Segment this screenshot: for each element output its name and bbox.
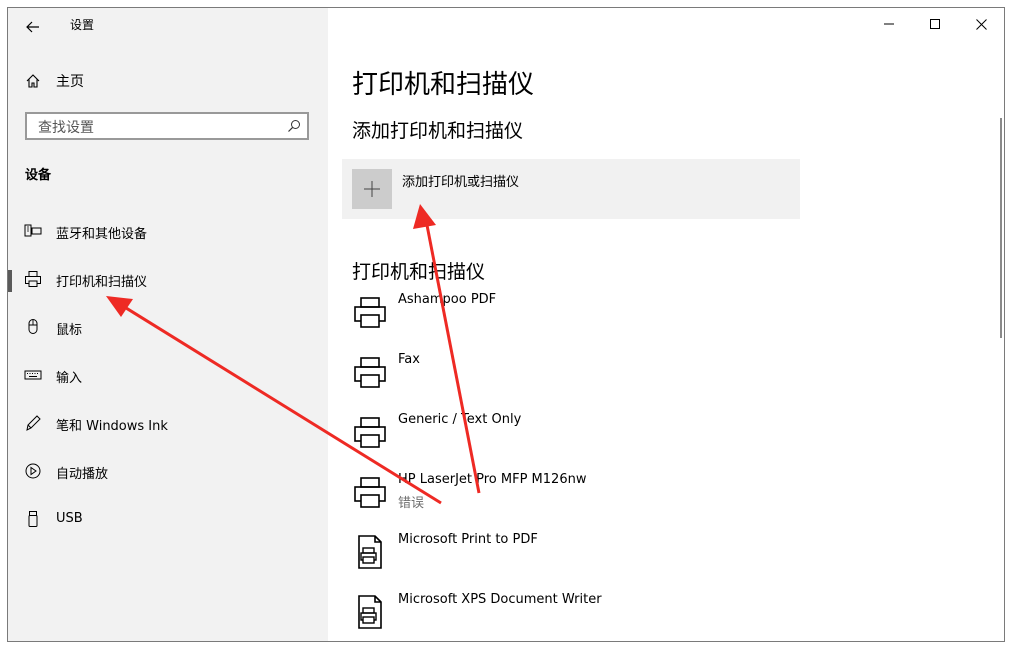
sidebar-item-typing[interactable]: 输入 <box>8 352 328 400</box>
scrollbar[interactable] <box>1000 118 1002 338</box>
sidebar-item-bluetooth[interactable]: 蓝牙和其他设备 <box>8 208 328 256</box>
printer-list-item[interactable]: Microsoft XPS Document Writer <box>328 588 928 641</box>
sidebar-item-label: 蓝牙和其他设备 <box>56 227 148 242</box>
bluetooth-devices-icon <box>24 222 42 240</box>
printer-icon <box>354 297 386 328</box>
printer-name: Ashampoo PDF <box>398 292 497 307</box>
back-arrow-icon <box>26 21 39 33</box>
add-section-heading: 添加打印机和扫描仪 <box>352 120 524 142</box>
nav-home-label: 主页 <box>56 74 84 90</box>
sidebar-item-autoplay[interactable]: 自动播放 <box>8 448 328 496</box>
minimize-icon <box>884 23 894 25</box>
sidebar-item-printers[interactable]: 打印机和扫描仪 <box>8 256 328 304</box>
sidebar-item-label: 打印机和扫描仪 <box>56 275 148 290</box>
close-button[interactable] <box>958 8 1004 40</box>
printer-name: Microsoft Print to PDF <box>398 532 538 547</box>
printer-list-heading: 打印机和扫描仪 <box>352 261 486 283</box>
pen-icon <box>24 414 42 432</box>
printer-icon <box>354 477 386 508</box>
printer-list-item[interactable]: HP LaserJet Pro MFP M126nw 错误 <box>328 468 928 528</box>
nav-home[interactable]: 主页 <box>25 70 84 92</box>
sidebar-item-usb[interactable]: USB <box>8 496 328 544</box>
usb-icon <box>24 510 42 528</box>
back-button[interactable] <box>16 12 50 42</box>
maximize-icon <box>930 19 940 29</box>
search-box[interactable] <box>25 112 309 140</box>
printer-name: Microsoft XPS Document Writer <box>398 592 602 607</box>
add-printer-button[interactable]: 添加打印机或扫描仪 <box>342 159 800 219</box>
add-plus-tile <box>352 169 392 209</box>
close-icon <box>975 18 987 30</box>
printer-list-item[interactable]: Fax <box>328 348 928 408</box>
page-title: 打印机和扫描仪 <box>352 70 535 100</box>
sidebar-item-label: USB <box>56 511 83 526</box>
printer-name: Fax <box>398 352 420 367</box>
sidebar-item-label: 笔和 Windows Ink <box>56 419 168 434</box>
main-content: 打印机和扫描仪 添加打印机和扫描仪 添加打印机或扫描仪 打印机和扫描仪 Asha… <box>328 8 1004 641</box>
plus-icon <box>364 181 380 197</box>
printer-name: Generic / Text Only <box>398 412 522 427</box>
printer-icon <box>354 417 386 448</box>
printer-list-item[interactable]: Ashampoo PDF <box>328 288 928 348</box>
settings-window: 设置 主页 设备 <box>7 7 1005 642</box>
section-title-devices: 设备 <box>25 168 52 183</box>
autoplay-icon <box>24 462 42 480</box>
printer-icon <box>354 357 386 388</box>
search-input[interactable] <box>36 118 280 137</box>
sidebar-item-label: 输入 <box>56 371 83 386</box>
document-printer-icon <box>358 595 382 629</box>
sidebar-item-mouse[interactable]: 鼠标 <box>8 304 328 352</box>
add-printer-label: 添加打印机或扫描仪 <box>402 175 520 190</box>
printer-name: HP LaserJet Pro MFP M126nw <box>398 472 587 487</box>
printer-icon <box>24 270 42 288</box>
sidebar-nav: 蓝牙和其他设备 打印机和扫描仪 鼠标 输入 笔和 Windows Ink 自动播… <box>8 208 328 544</box>
sidebar: 设置 主页 设备 <box>8 8 328 641</box>
printer-list-item[interactable]: Microsoft Print to PDF <box>328 528 928 588</box>
printer-list: Ashampoo PDF Fax Generic / Text Only HP … <box>328 288 928 641</box>
active-indicator <box>8 270 12 292</box>
maximize-button[interactable] <box>912 8 958 40</box>
sidebar-item-label: 自动播放 <box>56 467 109 482</box>
home-icon <box>26 74 40 88</box>
pdf-printer-icon <box>358 535 382 569</box>
printer-list-item[interactable]: Generic / Text Only <box>328 408 928 468</box>
window-title: 设置 <box>70 18 95 32</box>
keyboard-icon <box>24 366 42 384</box>
sidebar-item-label: 鼠标 <box>56 323 83 338</box>
sidebar-item-pen[interactable]: 笔和 Windows Ink <box>8 400 328 448</box>
mouse-icon <box>24 318 42 336</box>
printer-status: 错误 <box>398 496 425 511</box>
minimize-button[interactable] <box>866 8 912 40</box>
search-icon[interactable] <box>287 119 301 133</box>
